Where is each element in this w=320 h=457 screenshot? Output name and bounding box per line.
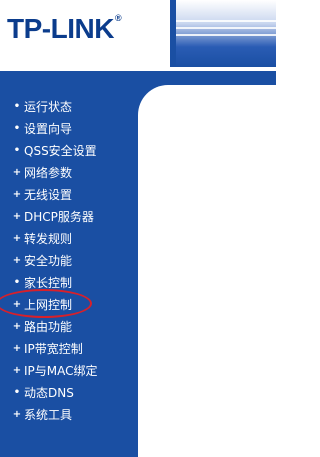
header-stripe <box>176 20 276 22</box>
expand-icon: + <box>12 255 22 266</box>
menu-item-label: 系统工具 <box>24 408 73 422</box>
menu-item-setup-wizard[interactable]: • 设置向导 <box>0 118 138 140</box>
bullet-icon: • <box>13 123 21 134</box>
menu-item-label: 安全功能 <box>24 254 73 268</box>
menu-item-label: DHCP服务器 <box>24 210 94 224</box>
logo: TP-LINK® <box>0 0 170 67</box>
bullet-icon: • <box>13 101 21 112</box>
content-area <box>138 71 276 457</box>
header-stripe <box>176 27 276 29</box>
menu-item-ddns[interactable]: • 动态DNS <box>0 382 138 404</box>
expand-icon: + <box>12 233 22 244</box>
menu-item-status[interactable]: • 运行状态 <box>0 96 138 118</box>
menu-item-wireless[interactable]: + 无线设置 <box>0 184 138 206</box>
bullet-icon: • <box>13 277 21 288</box>
menu-item-label: IP带宽控制 <box>24 342 83 356</box>
menu-item-label: 运行状态 <box>24 100 73 114</box>
sidebar: • 运行状态 • 设置向导 • QSS安全设置 + 网络参数 + 无线设置 + … <box>0 71 138 457</box>
bullet-icon: • <box>13 387 21 398</box>
menu-item-label: 动态DNS <box>24 386 74 400</box>
expand-icon: + <box>12 167 22 178</box>
menu-item-label: 无线设置 <box>24 188 73 202</box>
expand-icon: + <box>12 321 22 332</box>
menu-item-ip-mac-binding[interactable]: + IP与MAC绑定 <box>0 360 138 382</box>
menu-item-label: 上网控制 <box>24 298 73 312</box>
menu-item-qss[interactable]: • QSS安全设置 <box>0 140 138 162</box>
expand-icon: + <box>12 365 22 376</box>
menu-item-security[interactable]: + 安全功能 <box>0 250 138 272</box>
expand-icon: + <box>12 189 22 200</box>
expand-icon: + <box>12 299 22 310</box>
expand-icon: + <box>12 409 22 420</box>
menu-item-parental-control[interactable]: • 家长控制 <box>0 272 138 294</box>
menu-item-network[interactable]: + 网络参数 <box>0 162 138 184</box>
menu-item-system-tools[interactable]: + 系统工具 <box>0 404 138 426</box>
menu-item-label: 设置向导 <box>24 122 73 136</box>
menu-item-access-control[interactable]: + 上网控制 <box>0 289 138 318</box>
menu-item-label: 家长控制 <box>24 276 73 290</box>
expand-icon: + <box>12 343 22 354</box>
menu-item-label: 转发规则 <box>24 232 73 246</box>
expand-icon: + <box>12 211 22 222</box>
menu-item-dhcp[interactable]: + DHCP服务器 <box>0 206 138 228</box>
menu-item-label: 路由功能 <box>24 320 73 334</box>
header: TP-LINK® <box>0 0 276 67</box>
header-stripe <box>176 34 276 36</box>
bullet-icon: • <box>13 145 21 156</box>
menu-item-bandwidth-control[interactable]: + IP带宽控制 <box>0 338 138 360</box>
sidebar-menu: • 运行状态 • 设置向导 • QSS安全设置 + 网络参数 + 无线设置 + … <box>0 96 138 426</box>
logo-text: TP-LINK® <box>7 13 122 44</box>
content-panel <box>138 85 276 457</box>
menu-item-label: IP与MAC绑定 <box>24 364 98 378</box>
menu-item-forwarding[interactable]: + 转发规则 <box>0 228 138 250</box>
menu-item-routing[interactable]: + 路由功能 <box>0 316 138 338</box>
menu-item-label: QSS安全设置 <box>24 144 97 158</box>
menu-item-label: 网络参数 <box>24 166 73 180</box>
